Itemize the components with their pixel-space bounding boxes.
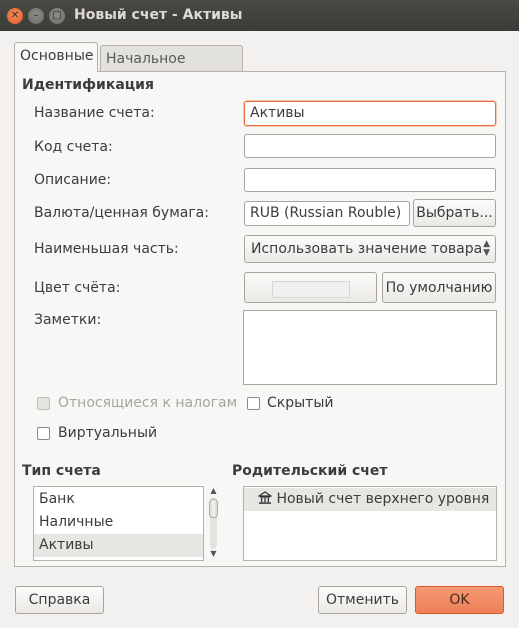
minimize-icon[interactable]: – xyxy=(28,8,44,24)
parent-account-tree[interactable]: Новый счет верхнего уровня xyxy=(243,486,497,561)
account-code-label: Код счета: xyxy=(34,139,113,155)
hidden-checkbox[interactable] xyxy=(247,397,260,410)
close-icon[interactable]: ✕ xyxy=(7,8,23,24)
select-currency-button[interactable]: Выбрать... xyxy=(413,199,496,227)
scroll-up-icon[interactable]: ▲ xyxy=(207,486,220,496)
building-icon xyxy=(257,491,273,504)
tree-item-label: Новый счет верхнего уровня xyxy=(276,491,490,507)
tax-related-checkbox xyxy=(37,397,50,410)
identification-heading: Идентификация xyxy=(22,77,154,93)
list-item-assets[interactable]: Активы xyxy=(34,534,203,557)
default-color-button[interactable]: По умолчанию xyxy=(382,272,496,303)
smallest-fraction-value: Использовать значение товара xyxy=(251,241,483,257)
maximize-icon[interactable]: □ xyxy=(49,8,65,24)
ok-button[interactable]: OK xyxy=(415,586,504,614)
tab-general[interactable]: Основные xyxy=(14,42,98,72)
color-picker-button[interactable] xyxy=(244,272,377,303)
notes-textarea[interactable] xyxy=(243,310,497,385)
smallest-fraction-select[interactable]: Использовать значение товара ▲ ▼ xyxy=(244,235,496,263)
scrollbar-thumb[interactable] xyxy=(209,499,218,518)
account-type-heading: Тип счета xyxy=(22,463,101,479)
list-item-cash[interactable]: Наличные xyxy=(34,511,203,534)
account-color-label: Цвет счёта: xyxy=(34,280,121,296)
notes-label: Заметки: xyxy=(34,312,102,328)
tree-item-top-level[interactable]: Новый счет верхнего уровня xyxy=(244,488,496,511)
list-item-bank[interactable]: Банк xyxy=(34,488,203,511)
account-name-field[interactable]: Активы xyxy=(244,101,496,126)
cancel-button[interactable]: Отменить xyxy=(318,586,407,614)
help-button[interactable]: Справка xyxy=(15,586,104,614)
smallest-fraction-label: Наименьшая часть: xyxy=(34,241,179,257)
virtual-label[interactable]: Виртуальный xyxy=(58,425,157,441)
description-field[interactable] xyxy=(244,168,496,192)
virtual-checkbox[interactable] xyxy=(37,427,50,440)
window-title: Новый счет - Активы xyxy=(74,7,243,23)
account-code-field[interactable] xyxy=(244,134,496,158)
color-swatch xyxy=(272,281,350,298)
spin-arrows-icon: ▲ ▼ xyxy=(483,239,490,258)
window-titlebar: ✕ – □ Новый счет - Активы xyxy=(0,0,519,31)
account-type-list[interactable]: Банк Наличные Активы xyxy=(33,486,204,561)
parent-account-heading: Родительский счет xyxy=(232,463,388,479)
hidden-label[interactable]: Скрытый xyxy=(267,395,333,411)
currency-label: Валюта/ценная бумага: xyxy=(34,205,209,221)
account-type-scrollbar[interactable]: ▲ ▼ xyxy=(207,486,220,561)
currency-field[interactable]: RUB (Russian Rouble) xyxy=(244,201,410,226)
scroll-down-icon[interactable]: ▼ xyxy=(207,549,220,559)
tax-related-label: Относящиеся к налогам xyxy=(58,395,238,411)
account-name-label: Название счета: xyxy=(34,105,155,121)
description-label: Описание: xyxy=(34,172,112,188)
tab-opening-balance[interactable]: Начальное сальдо xyxy=(100,45,243,83)
